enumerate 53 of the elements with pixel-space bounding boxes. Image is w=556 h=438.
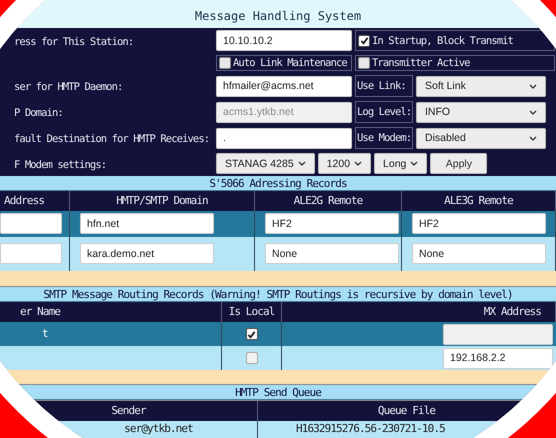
input-field[interactable]: . bbox=[216, 128, 352, 148]
field-label: ser for HMTP Daemon: bbox=[14, 81, 122, 93]
column-header: HMTP/SMTP Domain bbox=[70, 191, 255, 211]
checkbox[interactable] bbox=[246, 328, 258, 340]
field-label: ress for This Station: bbox=[14, 36, 134, 48]
checkmark-icon bbox=[247, 330, 256, 338]
field-label: P Domain: bbox=[14, 107, 63, 119]
apply-button[interactable]: Apply bbox=[430, 153, 488, 174]
column-header: MX Address bbox=[282, 302, 556, 322]
field-label: Transmitter Active bbox=[372, 56, 470, 70]
caret-icon bbox=[298, 161, 306, 166]
field-label: Use Link: bbox=[357, 79, 406, 93]
section-header: SMTP Message Routing Records (Warning! SMTP Routings is recursive by domain level) bbox=[0, 287, 556, 302]
field-label: Use Modem: bbox=[357, 131, 412, 145]
field-label: Log Level: bbox=[357, 105, 412, 119]
field-label: F Modem settings: bbox=[14, 158, 106, 170]
column-header: er Name bbox=[0, 302, 222, 322]
input-field[interactable]: hfn.net bbox=[80, 213, 214, 234]
input-field[interactable]: hfmailer@acms.net bbox=[216, 76, 352, 96]
column-header: Address bbox=[0, 191, 70, 211]
checkmark-icon bbox=[360, 36, 368, 45]
caret-icon bbox=[410, 161, 418, 166]
column-header: ALE2G Remote bbox=[255, 191, 402, 211]
dropdown[interactable]: Long bbox=[374, 153, 428, 174]
caret-icon bbox=[529, 136, 537, 140]
input-field[interactable]: 10.10.10.2 bbox=[216, 30, 352, 51]
input-field[interactable] bbox=[0, 243, 62, 264]
field-label: Auto Link Maintenance bbox=[233, 56, 347, 70]
input-field[interactable]: HF2 bbox=[265, 213, 399, 234]
input-field[interactable]: kara.demo.net bbox=[80, 243, 214, 264]
input-field[interactable]: 192.168.2.2 bbox=[443, 348, 553, 368]
checkbox[interactable] bbox=[358, 57, 370, 69]
dropdown[interactable]: INFO bbox=[416, 102, 546, 122]
field-label: fault Destination for HMTP Receives: bbox=[14, 133, 210, 145]
column-header: Is Local bbox=[222, 302, 282, 322]
table-cell: t bbox=[0, 322, 222, 346]
caret-icon bbox=[529, 110, 537, 114]
dropdown[interactable]: Disabled bbox=[416, 128, 546, 148]
section-header: S'5066 Adressing Records bbox=[0, 176, 556, 191]
checkbox[interactable] bbox=[358, 34, 370, 46]
checkbox[interactable] bbox=[219, 57, 231, 69]
dropdown[interactable]: STANAG 4285 bbox=[216, 153, 315, 174]
input-field[interactable]: HF2 bbox=[412, 213, 546, 234]
dropdown[interactable]: Soft Link bbox=[416, 76, 546, 96]
caret-icon bbox=[529, 84, 537, 88]
input-field[interactable] bbox=[0, 213, 62, 234]
input-field[interactable]: None bbox=[265, 243, 399, 264]
input-field[interactable]: None bbox=[412, 243, 546, 264]
field-label: In Startup, Block Transmit bbox=[372, 34, 513, 48]
dropdown[interactable]: 1200 bbox=[318, 153, 372, 174]
checkbox[interactable] bbox=[246, 352, 258, 364]
column-header: ALE3G Remote bbox=[402, 191, 556, 211]
caret-icon bbox=[354, 161, 362, 166]
